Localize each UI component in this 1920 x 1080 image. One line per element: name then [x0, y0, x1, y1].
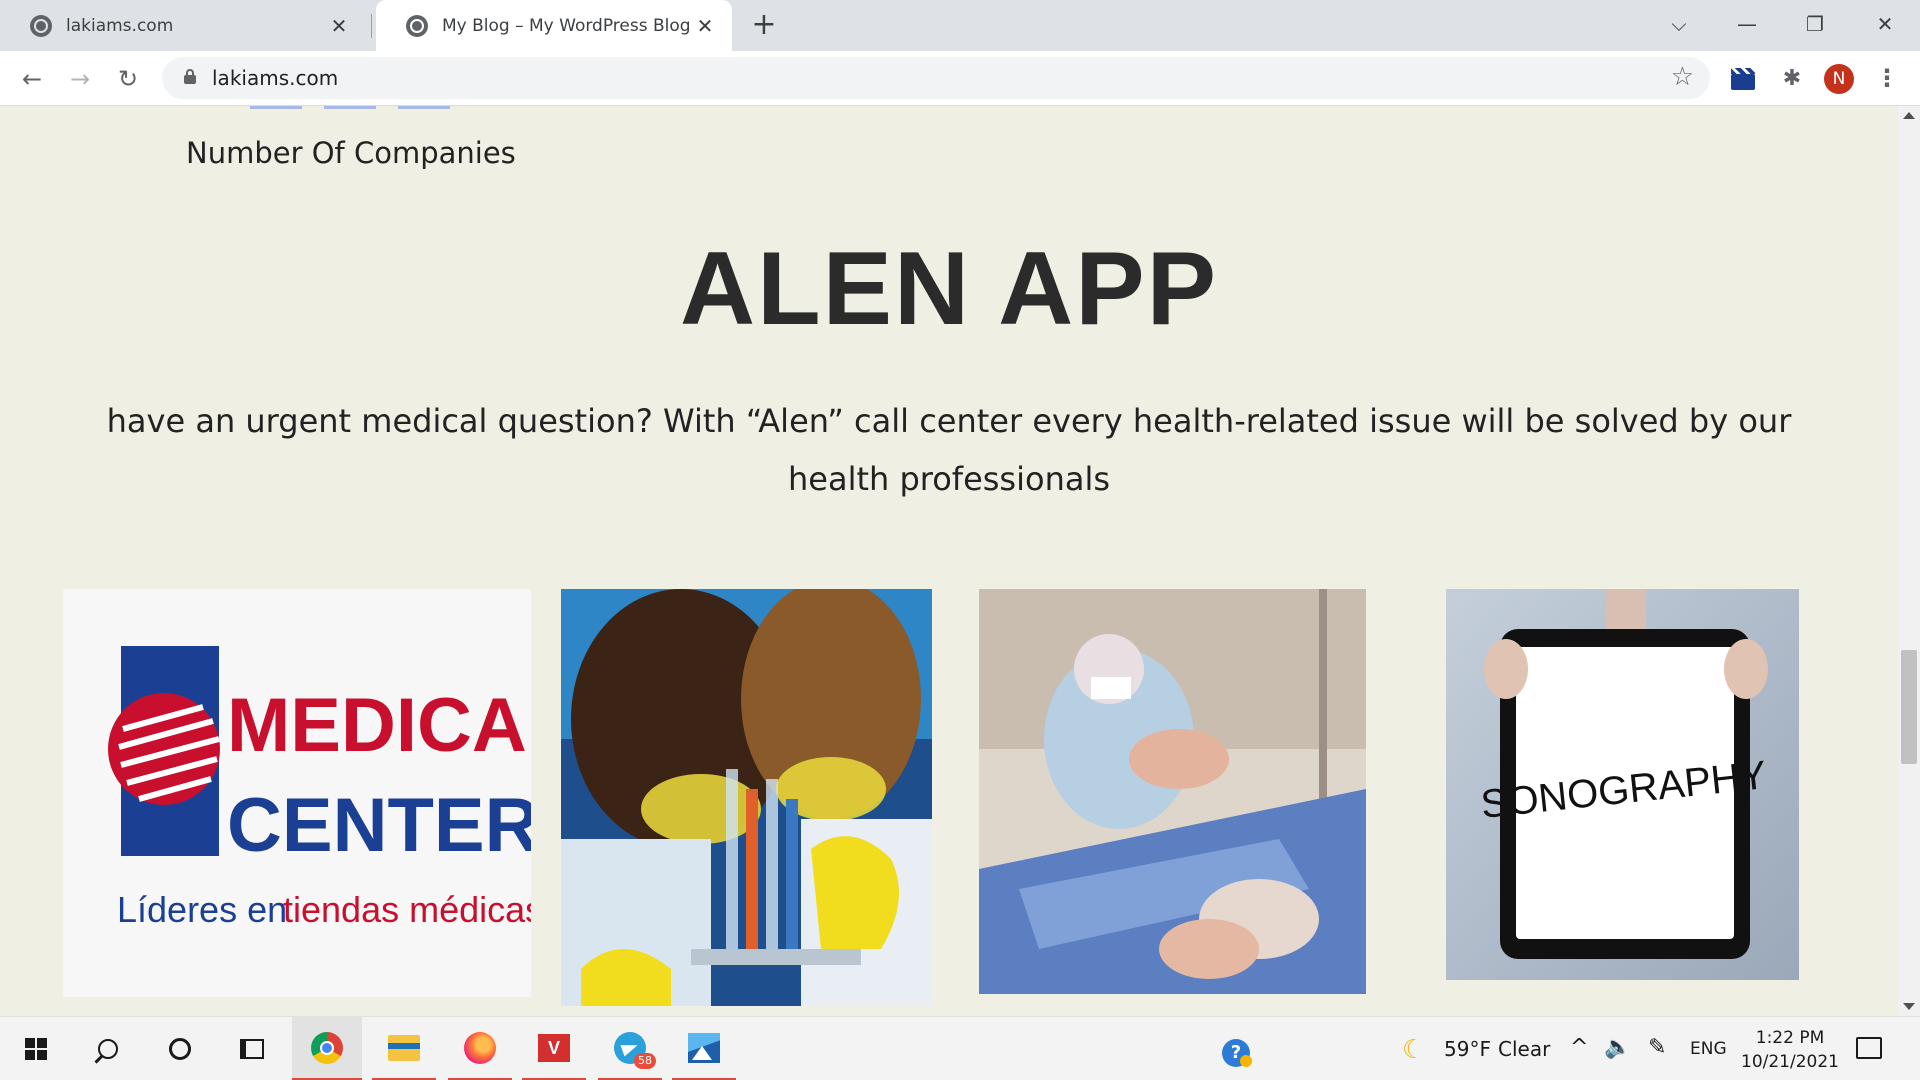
pen-icon[interactable]: ✎ — [1648, 1035, 1666, 1060]
help-icon[interactable]: ? — [1222, 1039, 1252, 1067]
browser-toolbar: ← → ↻ lakiams.com ☆ ✱ N ⋮ — [0, 51, 1920, 106]
tab-my-blog[interactable]: My Blog – My WordPress Blog ✕ — [376, 0, 732, 51]
counter-underline — [250, 106, 302, 109]
taskbar-vt-app[interactable]: V — [522, 1017, 586, 1080]
tab-strip: lakiams.com ✕ My Blog – My WordPress Blo… — [0, 0, 1920, 51]
bookmark-star-icon[interactable]: ☆ — [1671, 62, 1694, 92]
folder-icon — [388, 1034, 420, 1061]
windows-taskbar: V 58 ? ☾ 59°F Clear ^ 🔈 ✎ ENG 1:22 PM 10… — [0, 1016, 1920, 1080]
task-view-button[interactable] — [220, 1017, 284, 1080]
tab-separator — [371, 14, 372, 38]
tab-title: lakiams.com — [66, 15, 174, 36]
firefox-icon — [464, 1031, 496, 1064]
close-tab-icon[interactable]: ✕ — [326, 14, 352, 38]
counter-label: Number Of Companies — [186, 136, 516, 170]
windows-logo-icon — [25, 1038, 47, 1060]
photos-icon — [688, 1032, 720, 1063]
extensions-puzzle-icon[interactable]: ✱ — [1777, 64, 1807, 94]
task-view-icon — [240, 1039, 264, 1059]
telegram-unread-badge: 58 — [634, 1053, 656, 1069]
volume-icon[interactable]: 🔈 — [1604, 1035, 1631, 1060]
system-clock[interactable]: 1:22 PM 10/21/2021 — [1740, 1026, 1840, 1074]
search-button[interactable] — [76, 1017, 140, 1080]
profile-avatar[interactable]: N — [1824, 64, 1854, 94]
logo-brand-line2: CENTER — [227, 783, 531, 868]
clock-time: 1:22 PM — [1755, 1028, 1825, 1048]
logo-tagline-part1: Líderes en — [117, 889, 287, 930]
reload-button[interactable]: ↻ — [110, 61, 146, 97]
scroll-thumb[interactable] — [1901, 650, 1917, 764]
scroll-down-arrow-icon[interactable] — [1903, 1003, 1915, 1010]
taskbar-file-explorer[interactable] — [372, 1017, 436, 1080]
clock-date: 10/21/2021 — [1741, 1052, 1839, 1072]
newborn-delivery-photo — [979, 589, 1366, 994]
scroll-up-arrow-icon[interactable] — [1903, 112, 1915, 119]
minimize-button[interactable]: — — [1719, 4, 1775, 44]
cortana-icon — [169, 1038, 191, 1060]
page-title: ALEN APP — [680, 231, 1218, 347]
medical-center-logo-image: MEDICAL CENTER Líderes en tiendas médica… — [63, 589, 531, 997]
moon-weather-icon[interactable]: ☾ — [1402, 1035, 1425, 1065]
tab-search-chevron-icon[interactable]: ⌵ — [1651, 4, 1707, 44]
tray-chevron-icon[interactable]: ^ — [1570, 1035, 1588, 1060]
chrome-icon — [311, 1031, 343, 1064]
taskbar-chrome[interactable] — [292, 1017, 362, 1080]
hero-description: have an urgent medical question? With “A… — [106, 402, 1792, 498]
weather-condition[interactable]: Clear — [1498, 1037, 1550, 1061]
back-button[interactable]: ← — [14, 61, 50, 97]
weather-temperature[interactable]: 59°F — [1444, 1037, 1491, 1061]
taskbar-firefox[interactable] — [448, 1017, 512, 1080]
lock-icon[interactable] — [184, 69, 196, 84]
start-button[interactable] — [4, 1017, 68, 1080]
tab-title: My Blog – My WordPress Blog — [442, 15, 691, 36]
cortana-button[interactable] — [148, 1017, 212, 1080]
lab-scientists-photo — [561, 589, 932, 1006]
language-indicator[interactable]: ENG — [1690, 1039, 1727, 1059]
search-icon — [98, 1039, 118, 1059]
browser-menu-icon[interactable]: ⋮ — [1872, 63, 1902, 93]
globe-icon — [406, 14, 428, 37]
address-bar[interactable]: lakiams.com ☆ — [162, 57, 1710, 99]
forward-button[interactable]: → — [62, 61, 98, 97]
logo-brand-line1: MEDICAL — [227, 683, 531, 768]
clapperboard-extension-icon[interactable] — [1728, 64, 1758, 94]
taskbar-telegram[interactable]: 58 — [598, 1017, 662, 1080]
logo-tagline-part2: tiendas médicas — [283, 889, 531, 930]
new-tab-button[interactable]: + — [748, 8, 780, 42]
taskbar-photos[interactable] — [672, 1017, 736, 1080]
vt-app-icon: V — [538, 1033, 570, 1062]
globe-icon — [30, 14, 52, 37]
notification-center-icon[interactable] — [1856, 1037, 1882, 1059]
counter-underline — [324, 106, 376, 109]
tab-lakiams[interactable]: lakiams.com ✕ — [0, 0, 366, 51]
restore-button[interactable]: ❐ — [1787, 4, 1843, 44]
page-scrollbar[interactable] — [1898, 106, 1920, 1016]
close-tab-icon[interactable]: ✕ — [692, 14, 718, 38]
sonography-tablet-photo: SONOGRAPHY — [1446, 589, 1799, 980]
web-page: Number Of Companies ALEN APP have an urg… — [0, 106, 1898, 1016]
url-text[interactable]: lakiams.com — [212, 66, 338, 90]
close-window-button[interactable]: ✕ — [1857, 4, 1913, 44]
counter-underline — [398, 106, 450, 109]
